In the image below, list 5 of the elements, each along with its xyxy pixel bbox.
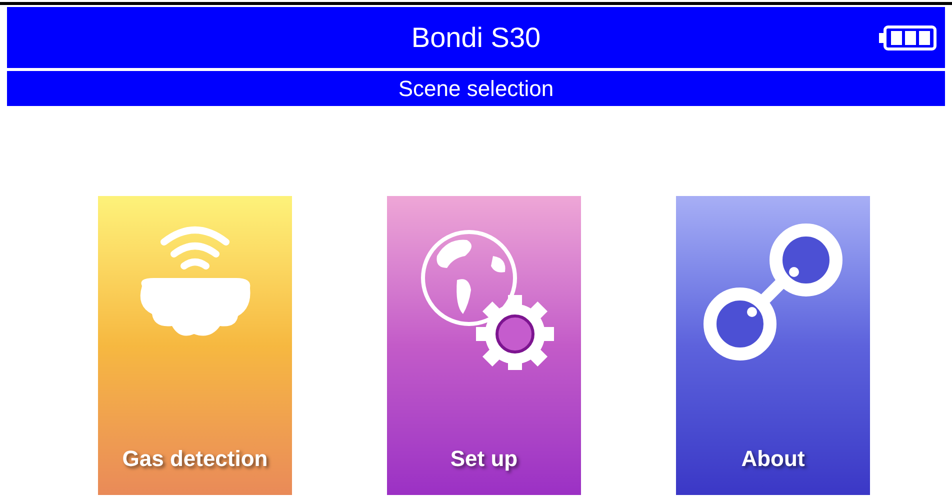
device-title: Bondi S30	[411, 20, 541, 54]
scene-tile[interactable]: Set up	[387, 196, 581, 495]
scene-tile[interactable]: About	[676, 196, 870, 495]
battery-icon	[879, 25, 937, 51]
screen-subtitle: Scene selection	[398, 75, 554, 103]
